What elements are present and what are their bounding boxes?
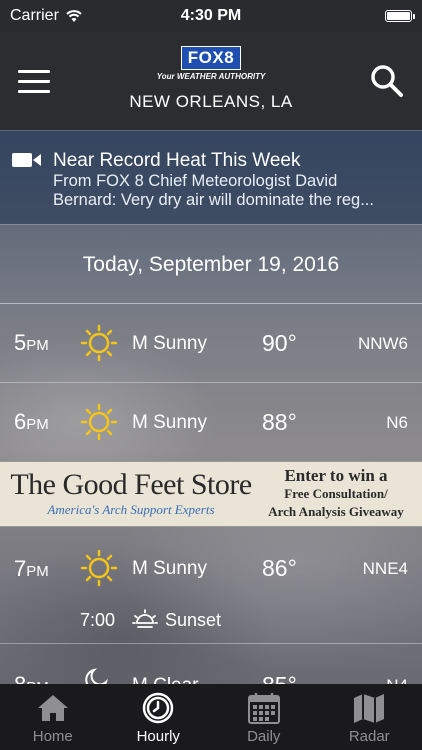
location-label: NEW ORLEANS, LA xyxy=(129,92,293,111)
tab-hourly[interactable]: Hourly xyxy=(106,684,212,750)
ad-left: The Good Feet Store America's Arch Suppo… xyxy=(6,468,256,518)
hour-temperature: 90° xyxy=(262,330,297,356)
sun-icon xyxy=(80,403,118,441)
tab-label: Hourly xyxy=(136,728,180,745)
wifi-icon xyxy=(66,10,82,22)
clock-icon xyxy=(143,692,174,724)
tab-home[interactable]: Home xyxy=(0,684,106,750)
ad-banner[interactable]: The Good Feet Store America's Arch Suppo… xyxy=(0,461,422,527)
date-heading: Today, September 19, 2016 xyxy=(0,226,422,304)
calendar-icon xyxy=(247,693,280,724)
sunset-row: 7:00 Sunset xyxy=(0,598,422,644)
sun-icon xyxy=(80,549,118,587)
battery-level xyxy=(387,12,410,20)
tab-daily[interactable]: Daily xyxy=(211,684,317,750)
hour-wind: NNW6 xyxy=(357,334,408,353)
hourly-row[interactable]: 5PM M Sunny 90° NNW6 xyxy=(0,304,422,383)
tab-radar[interactable]: Radar xyxy=(317,684,422,750)
status-time: 4:30 PM xyxy=(180,7,242,24)
logo-text: FOX8 xyxy=(180,46,242,70)
ad-promo-line: Arch Analysis Giveaway xyxy=(268,504,404,519)
tab-label: Home xyxy=(32,728,73,745)
tab-bar: Home Hourly Daily Radar xyxy=(0,684,422,750)
hamburger-icon[interactable] xyxy=(18,70,50,94)
logo-tagline: Your WEATHER AUTHORITY xyxy=(156,72,266,81)
news-alert[interactable]: Near Record Heat This Week From FOX 8 Ch… xyxy=(0,130,422,225)
carrier-label: Carrier xyxy=(10,7,59,24)
app-header: FOX8 Your WEATHER AUTHORITY NEW ORLEANS,… xyxy=(0,32,422,130)
battery-icon xyxy=(385,10,415,22)
hour-condition: M Sunny xyxy=(132,412,207,433)
sunset-label: Sunset xyxy=(165,610,222,630)
hourly-row[interactable]: 7PM M Sunny 86° NNE4 xyxy=(0,528,422,598)
alert-body-line: From FOX 8 Chief Meteorologist David xyxy=(53,172,338,190)
hour-temperature: 88° xyxy=(262,409,297,435)
sun-icon xyxy=(80,324,118,362)
ad-promo-line: Enter to win a xyxy=(284,466,388,485)
hour-time: 5PM xyxy=(14,330,49,355)
sunset-icon xyxy=(132,609,158,628)
hour-condition: M Sunny xyxy=(132,558,207,579)
carrier-info: Carrier xyxy=(10,7,83,25)
tab-label: Radar xyxy=(348,728,390,745)
fox8-logo: FOX8 Your WEATHER AUTHORITY xyxy=(131,46,291,81)
hour-wind: N6 xyxy=(386,413,408,432)
hour-wind: NNE4 xyxy=(362,559,408,578)
tab-label: Daily xyxy=(247,728,281,745)
alert-body: From FOX 8 Chief Meteorologist David Ber… xyxy=(53,172,413,210)
video-camera-icon xyxy=(12,153,41,167)
ad-promo-line: Free Consultation/ xyxy=(284,486,388,501)
ad-subtitle: America's Arch Support Experts xyxy=(47,502,215,517)
hour-time: 6PM xyxy=(14,409,49,434)
alert-body-line: Bernard: Very dry air will dominate the … xyxy=(53,191,374,209)
ad-right: Enter to win a Free Consultation/ Arch A… xyxy=(256,467,416,521)
map-icon xyxy=(354,694,385,723)
sunset-time: 7:00 xyxy=(80,610,116,630)
status-bar: Carrier 4:30 PM xyxy=(0,0,422,32)
alert-title: Near Record Heat This Week xyxy=(53,150,301,171)
hourly-row[interactable]: 6PM M Sunny 88° N6 xyxy=(0,383,422,462)
hour-condition: M Sunny xyxy=(132,333,207,354)
home-icon xyxy=(37,695,68,721)
hour-time: 7PM xyxy=(14,556,49,581)
hour-temperature: 86° xyxy=(262,555,297,581)
ad-store-name: The Good Feet Store xyxy=(10,468,252,501)
